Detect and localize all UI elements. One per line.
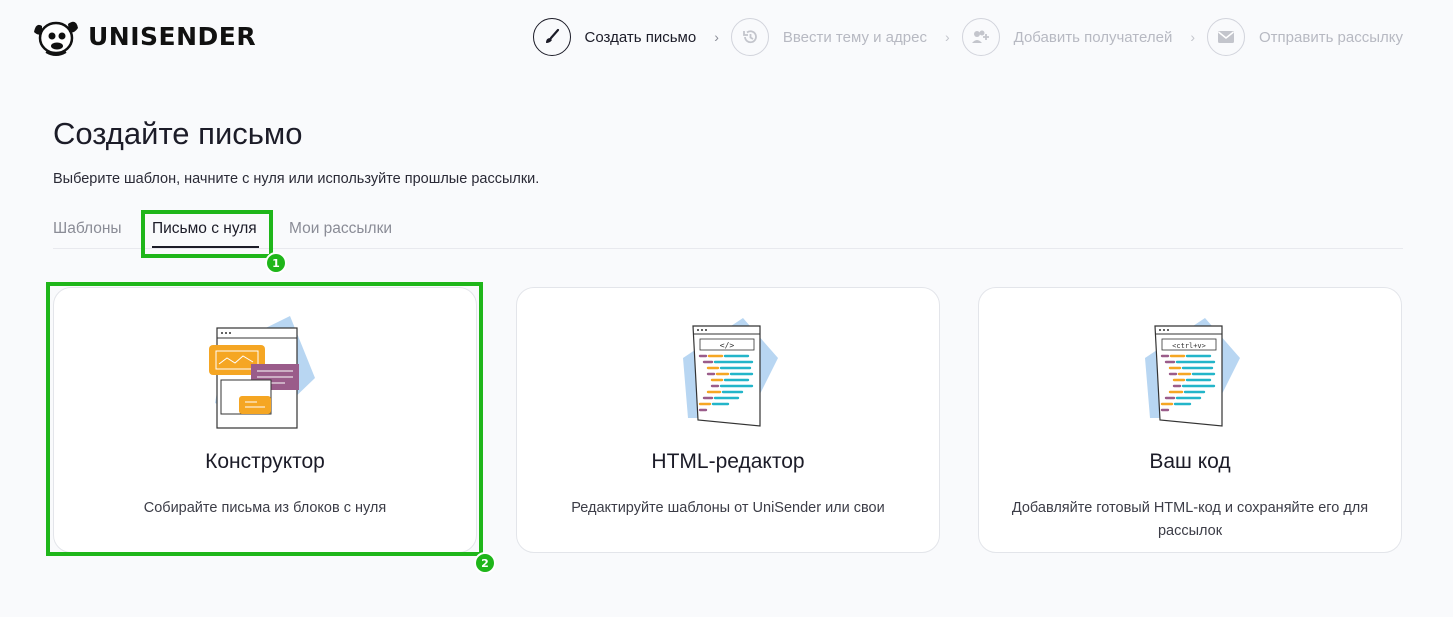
step-add-recipients[interactable]: Добавить получателей — [961, 18, 1173, 56]
add-users-icon — [961, 18, 1000, 56]
step-label: Отправить рассылку — [1259, 28, 1403, 46]
chevron-right-icon: › — [714, 29, 719, 45]
brush-icon — [532, 18, 571, 56]
card-html-editor[interactable]: </> HTML-редактор Редактируйте шаблоны о… — [516, 287, 940, 553]
card-constructor[interactable]: Конструктор Собирайте письма из блоков с… — [53, 287, 477, 553]
brand-name: UNISENDER — [88, 21, 257, 51]
code-tag-text: </> — [720, 341, 735, 350]
card-description: Редактируйте шаблоны от UniSender или св… — [571, 500, 885, 516]
page-subtitle: Выберите шаблон, начните с нуля или испо… — [53, 171, 540, 187]
history-icon — [730, 18, 769, 56]
chevron-right-icon: › — [1190, 29, 1195, 45]
brand-logo[interactable]: UNISENDER — [32, 14, 256, 58]
annotation-badge-1: 1 — [265, 252, 287, 274]
page-title: Создайте письмо — [53, 116, 303, 151]
tab-templates[interactable]: Шаблоны — [53, 220, 122, 238]
html-code-illustration: </> — [683, 318, 778, 427]
wizard-steps: Создать письмо › Ввести тему и адрес › Д… — [532, 18, 1403, 56]
step-label: Добавить получателей — [1013, 28, 1173, 46]
annotation-badge-2: 2 — [474, 552, 496, 574]
card-your-code[interactable]: <ctrl+v> Ваш код Добавляйте готовый HTML… — [978, 287, 1402, 553]
step-subject-address[interactable]: Ввести тему и адрес — [730, 18, 927, 56]
step-send-campaign[interactable]: Отправить рассылку — [1207, 18, 1403, 56]
card-title: HTML-редактор — [651, 450, 805, 473]
constructor-illustration — [209, 316, 315, 429]
step-label: Ввести тему и адрес — [782, 28, 927, 46]
tab-my-campaigns[interactable]: Мои рассылки — [289, 220, 392, 238]
your-code-illustration: <ctrl+v> — [1145, 318, 1240, 427]
dog-logo-icon — [34, 21, 78, 56]
tab-from-scratch[interactable]: Письмо с нуля — [152, 220, 257, 238]
tabs-bar: Шаблоны Письмо с нуля Мои рассылки — [53, 212, 1403, 249]
code-tag-text: <ctrl+v> — [1172, 342, 1206, 350]
step-label: Создать письмо — [584, 28, 697, 46]
envelope-icon — [1207, 18, 1245, 56]
active-tab-underline — [152, 246, 259, 248]
card-title: Ваш код — [1149, 450, 1231, 473]
card-title: Конструктор — [205, 450, 325, 473]
card-description: Собирайте письма из блоков с нуля — [143, 500, 387, 516]
card-description: Добавляйте готовый HTML-код и сохраняйте… — [1011, 500, 1369, 539]
chevron-right-icon: › — [944, 29, 950, 45]
step-create-letter[interactable]: Создать письмо — [532, 18, 697, 56]
